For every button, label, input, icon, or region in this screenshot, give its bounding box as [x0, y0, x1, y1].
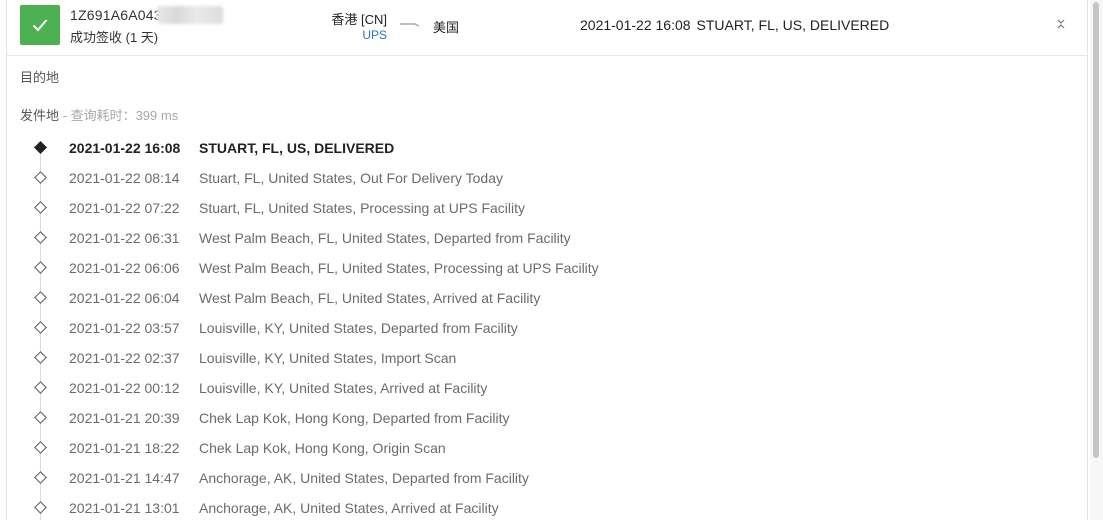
diamond-marker-icon — [34, 321, 47, 334]
timeline-event: 2021-01-22 07:22 Stuart, FL, United Stat… — [7, 198, 1087, 228]
event-time: 2021-01-21 20:39 — [69, 410, 180, 426]
timeline-event: 2021-01-22 16:08 STUART, FL, US, DELIVER… — [7, 138, 1087, 168]
diamond-marker-icon — [34, 291, 47, 304]
collapse-icon — [1057, 19, 1065, 29]
event-time: 2021-01-21 14:47 — [69, 470, 180, 486]
diamond-marker-icon — [34, 261, 47, 274]
destination-section-label: 目的地 — [20, 70, 60, 85]
event-description: Louisville, KY, United States, Import Sc… — [199, 350, 457, 366]
event-time: 2021-01-22 00:12 — [69, 380, 180, 396]
tracking-header[interactable]: 1Z691A6A043 成功签收 (1 天) 香港 [CN] UPS 美国 20… — [7, 0, 1087, 56]
diamond-marker-icon — [34, 141, 47, 154]
latest-event-time: 2021-01-22 16:08 — [580, 17, 691, 33]
event-description: Stuart, FL, United States, Out For Deliv… — [199, 170, 503, 186]
diamond-marker-icon — [34, 171, 47, 184]
tracking-card: 1Z691A6A043 成功签收 (1 天) 香港 [CN] UPS 美国 20… — [6, 0, 1088, 520]
diamond-marker-icon — [34, 441, 47, 454]
timeline-event: 2021-01-22 06:06 West Palm Beach, FL, Un… — [7, 258, 1087, 288]
check-icon — [32, 19, 48, 32]
event-description: STUART, FL, US, DELIVERED — [199, 140, 395, 156]
event-time: 2021-01-22 08:14 — [69, 170, 180, 186]
timeline-event: 2021-01-22 08:14 Stuart, FL, United Stat… — [7, 168, 1087, 198]
event-time: 2021-01-22 06:04 — [69, 290, 180, 306]
timeline-event: 2021-01-21 18:22 Chek Lap Kok, Hong Kong… — [7, 438, 1087, 468]
vertical-scrollbar[interactable] — [1090, 0, 1103, 520]
diamond-marker-icon — [34, 201, 47, 214]
timeline-event: 2021-01-21 20:39 Chek Lap Kok, Hong Kong… — [7, 408, 1087, 438]
query-time: - 查询耗时：399 ms — [59, 108, 179, 123]
timeline-event: 2021-01-22 06:04 West Palm Beach, FL, Un… — [7, 288, 1087, 318]
redacted-tracking-suffix — [157, 6, 223, 24]
event-time: 2021-01-22 16:08 — [69, 140, 181, 156]
diamond-marker-icon — [34, 501, 47, 514]
diamond-marker-icon — [34, 351, 47, 364]
delivery-status-text: 成功签收 (1 天) — [70, 30, 159, 45]
origin-label: 发件地 — [20, 108, 60, 123]
event-description: Stuart, FL, United States, Processing at… — [199, 200, 526, 216]
event-time: 2021-01-22 06:31 — [69, 230, 180, 246]
event-time: 2021-01-22 06:06 — [69, 260, 180, 276]
event-description: Louisville, KY, United States, Arrived a… — [199, 380, 488, 396]
destination-country: 美国 — [433, 20, 460, 35]
timeline-event: 2021-01-21 13:01 Anchorage, AK, United S… — [7, 498, 1087, 520]
event-time: 2021-01-22 03:57 — [69, 320, 180, 336]
latest-event-summary: 2021-01-22 16:08 STUART, FL, US, DELIVERE… — [580, 17, 895, 33]
timeline-event: 2021-01-22 02:37 Louisville, KY, United … — [7, 348, 1087, 378]
event-description: Chek Lap Kok, Hong Kong, Departed from F… — [199, 410, 510, 426]
delivered-status-badge — [20, 5, 60, 45]
event-description: West Palm Beach, FL, United States, Arri… — [199, 290, 541, 306]
diamond-marker-icon — [34, 231, 47, 244]
event-description: Louisville, KY, United States, Departed … — [199, 320, 518, 336]
diamond-marker-icon — [34, 411, 47, 424]
diamond-marker-icon — [34, 381, 47, 394]
tracking-number: 1Z691A6A043 — [70, 7, 162, 23]
route-arrow-icon — [400, 23, 420, 27]
scrollbar-thumb[interactable] — [1093, 2, 1099, 458]
event-description: Chek Lap Kok, Hong Kong, Origin Scan — [199, 440, 446, 456]
latest-event-text: STUART, FL, US, DELIVERED — [696, 17, 890, 33]
event-description: West Palm Beach, FL, United States, Depa… — [199, 230, 571, 246]
collapse-button[interactable] — [1052, 15, 1070, 33]
event-description: Anchorage, AK, United States, Arrived at… — [199, 500, 499, 516]
event-time: 2021-01-21 13:01 — [69, 500, 180, 516]
diamond-marker-icon — [34, 471, 47, 484]
event-description: Anchorage, AK, United States, Departed f… — [199, 470, 529, 486]
origin-section-label: 发件地 - 查询耗时：399 ms — [20, 105, 178, 124]
timeline-event: 2021-01-22 00:12 Louisville, KY, United … — [7, 378, 1087, 408]
event-time: 2021-01-21 18:22 — [69, 440, 180, 456]
event-time: 2021-01-22 02:37 — [69, 350, 180, 366]
event-description: West Palm Beach, FL, United States, Proc… — [199, 260, 599, 276]
timeline-event: 2021-01-22 03:57 Louisville, KY, United … — [7, 318, 1087, 348]
origin-country: 香港 [CN] — [331, 12, 387, 27]
event-time: 2021-01-22 07:22 — [69, 200, 180, 216]
carrier-link[interactable]: UPS — [307, 28, 387, 42]
timeline-event: 2021-01-22 06:31 West Palm Beach, FL, Un… — [7, 228, 1087, 258]
timeline-event: 2021-01-21 14:47 Anchorage, AK, United S… — [7, 468, 1087, 498]
